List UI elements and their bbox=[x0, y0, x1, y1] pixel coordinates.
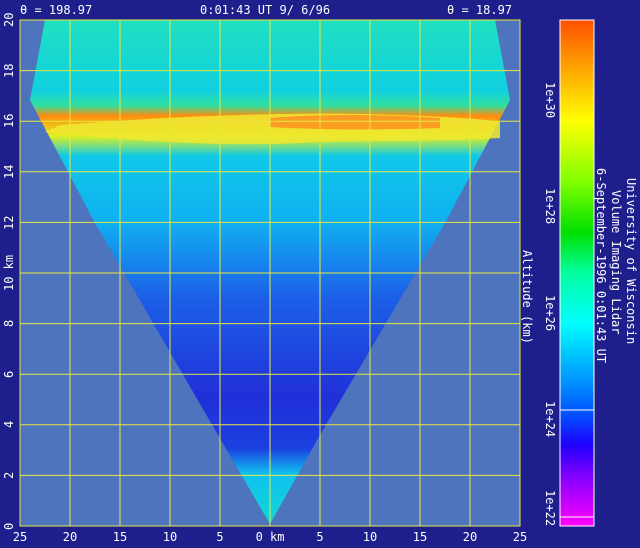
colorbar bbox=[560, 20, 594, 526]
x-tick-label: 10 bbox=[362, 530, 378, 544]
y-tick-label: 12 bbox=[2, 215, 16, 230]
y-tick-label: 14 bbox=[2, 164, 16, 179]
y-tick-label: 6 bbox=[2, 370, 16, 378]
x-tick-label: 20 bbox=[62, 530, 78, 544]
caption-line-1: University of Wisconsin bbox=[624, 178, 638, 345]
y-tick-label: 16 bbox=[2, 113, 16, 129]
x-tick-label: 5 bbox=[216, 530, 224, 544]
cirrus-core bbox=[270, 115, 440, 130]
y-tick-label: 8 bbox=[2, 319, 16, 328]
x-tick-label: 15 bbox=[112, 530, 128, 544]
colorbar-tick-label: 1e+30 bbox=[543, 81, 557, 119]
colorbar-tick-label: 1e+22 bbox=[543, 490, 557, 527]
x-tick-label: 0 km bbox=[255, 530, 285, 544]
y-tick-label: 18 bbox=[2, 63, 16, 78]
caption-line-3: 6-September-1996 0:01:43 UT bbox=[594, 168, 608, 364]
x-tick-label: 20 bbox=[462, 530, 478, 544]
x-tick-label: 5 bbox=[316, 530, 324, 544]
y-tick-label: 4 bbox=[2, 421, 16, 429]
colorbar-tick-label: 1e+24 bbox=[543, 401, 557, 438]
y-tick-label: 2 bbox=[2, 471, 16, 479]
y-tick-label: 0 bbox=[2, 522, 16, 530]
x-tick-label: 25 bbox=[512, 530, 528, 544]
colorbar-tick-label: 1e+26 bbox=[543, 294, 557, 332]
colorbar-tick-label: 1e+28 bbox=[543, 188, 557, 225]
y-tick-label: 20 bbox=[2, 12, 16, 28]
theta-left-label: θ = 198.97 bbox=[20, 3, 93, 17]
caption-line-2: Volume Imaging Lidar bbox=[609, 190, 623, 335]
x-tick-label: 15 bbox=[412, 530, 428, 544]
theta-right-label: θ = 18.97 bbox=[447, 3, 513, 17]
y-axis-title: Altitude (km) bbox=[520, 250, 534, 344]
x-tick-label: 10 bbox=[162, 530, 178, 544]
y-tick-label: 10 km bbox=[2, 254, 16, 291]
x-tick-label: 25 bbox=[12, 530, 28, 544]
timestamp-label: 0:01:43 UT 9/ 6/96 bbox=[200, 3, 331, 17]
